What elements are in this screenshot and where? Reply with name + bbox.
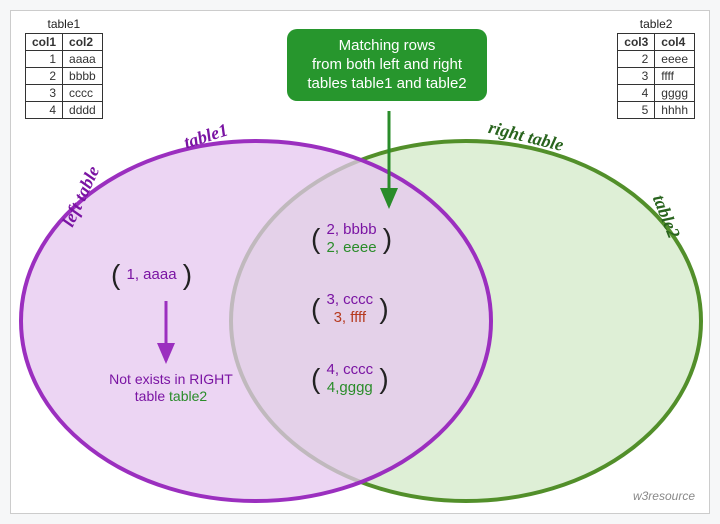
left-only-pair: ( 1, aaaa ) <box>111 261 192 289</box>
watermark: w3resource <box>633 489 695 503</box>
left-note-line1: Not exists in RIGHT <box>101 371 241 388</box>
paren-open-icon: ( <box>311 225 320 253</box>
intersection-2-left: 4, cccc <box>327 361 374 379</box>
paren-open-icon: ( <box>311 365 320 393</box>
left-note-line2b: table2 <box>169 388 207 404</box>
intersection-pair-2: ( 4, cccc 4,gggg ) <box>311 361 389 397</box>
intersection-2-right: 4,gggg <box>327 379 374 397</box>
diagram-canvas: table1 col1 col2 1aaaa 2bbbb 3cccc 4dddd… <box>10 10 710 514</box>
left-note: Not exists in RIGHT table table2 <box>101 371 241 405</box>
left-note-line2a: table <box>135 388 169 404</box>
intersection-0-right: 2, eeee <box>327 239 377 257</box>
paren-open-icon: ( <box>111 261 120 289</box>
paren-close-icon: ) <box>183 261 192 289</box>
intersection-pair-0: ( 2, bbbb 2, eeee ) <box>311 221 392 257</box>
left-only-row: 1, aaaa <box>127 266 177 283</box>
intersection-pair-1: ( 3, cccc 3, ffff ) <box>311 291 389 327</box>
intersection-0-left: 2, bbbb <box>327 221 377 239</box>
intersection-1-left: 3, cccc <box>327 291 374 309</box>
paren-close-icon: ) <box>383 225 392 253</box>
paren-close-icon: ) <box>379 365 388 393</box>
paren-close-icon: ) <box>379 295 388 323</box>
intersection-1-right: 3, ffff <box>327 309 374 327</box>
paren-open-icon: ( <box>311 295 320 323</box>
